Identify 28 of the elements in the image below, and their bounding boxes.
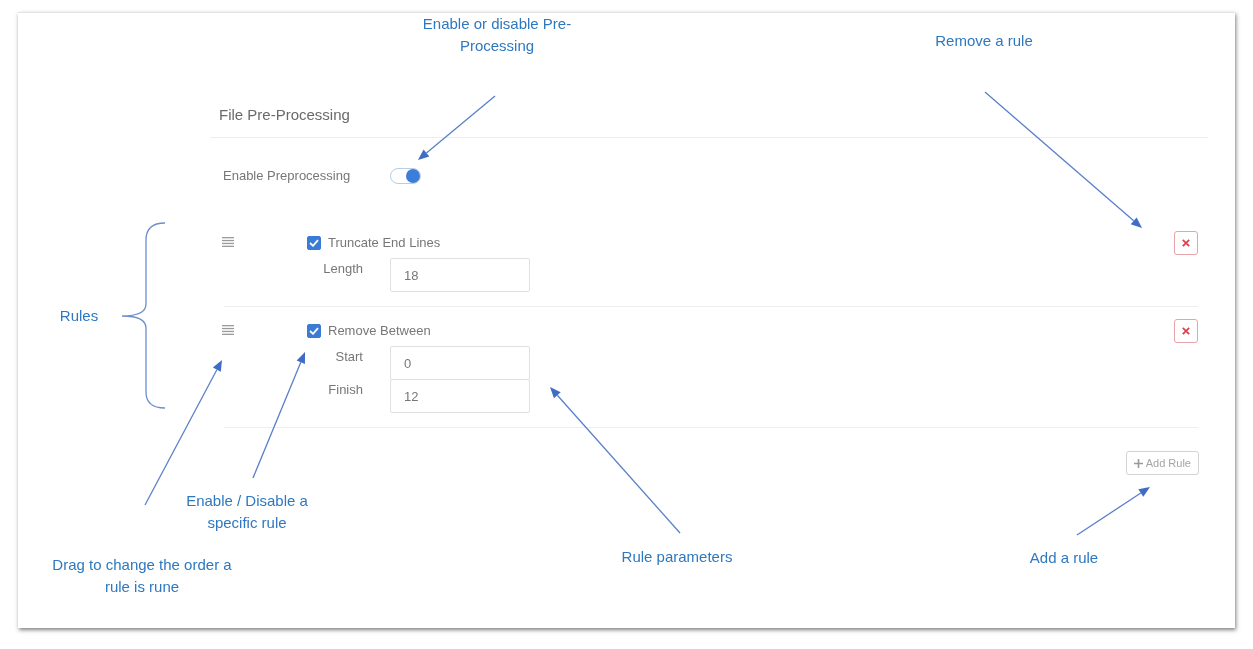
annotation-text: Enable / Disable a specific rule (186, 491, 308, 533)
drag-handle-icon[interactable] (222, 325, 234, 335)
annotation-text: Enable or disable Pre- Processing (422, 14, 572, 56)
x-icon (1182, 239, 1190, 247)
input-field[interactable]: 12 (390, 379, 530, 413)
toggle-switch[interactable] (390, 168, 421, 184)
field-label: Length (322, 260, 363, 278)
input-field[interactable]: 18 (390, 258, 530, 292)
annotation-text: Rule parameters (621, 547, 733, 567)
input-field[interactable]: 0 (390, 346, 530, 380)
rule-name: Truncate End Lines (328, 234, 441, 252)
annotation-text: Remove a rule (935, 31, 1033, 51)
rule-name: Remove Between (328, 322, 431, 340)
plus-icon (1133, 458, 1143, 468)
toggle-label: Enable Preprocessing (223, 167, 352, 185)
add-rule-button[interactable]: Add Rule (1125, 451, 1199, 475)
delete-button[interactable] (1174, 319, 1198, 343)
checkbox[interactable] (307, 324, 321, 338)
annotation-text: Add a rule (1029, 548, 1099, 568)
annotation-text: Rules (59, 306, 99, 326)
field-label: Start (334, 348, 363, 366)
section-title: File Pre-Processing (210, 99, 1208, 138)
x-icon (1182, 327, 1190, 335)
annotation-text: Drag to change the order a rule is rune (52, 555, 232, 597)
drag-handle-icon[interactable] (222, 237, 234, 247)
checkbox[interactable] (307, 236, 321, 250)
delete-button[interactable] (1174, 231, 1198, 255)
field-label: Finish (327, 381, 363, 399)
